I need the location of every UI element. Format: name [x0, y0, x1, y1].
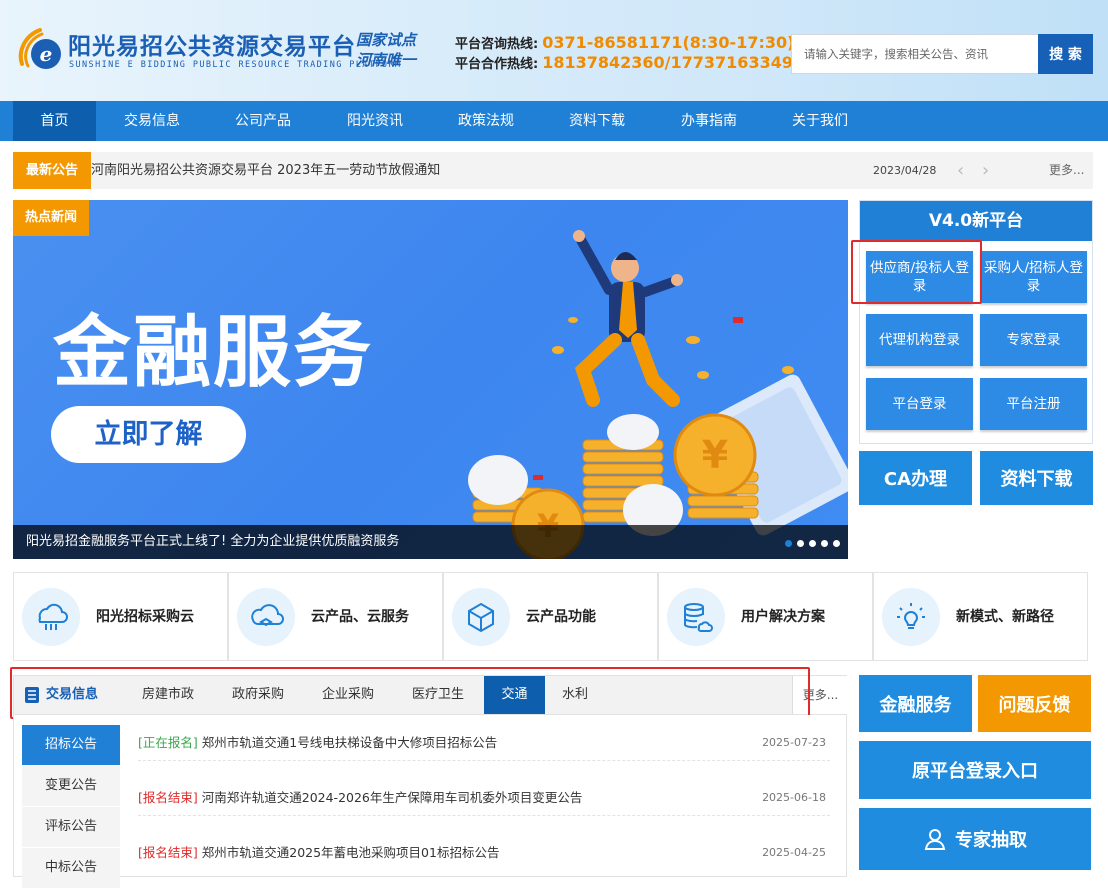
carousel-dot[interactable] — [833, 540, 840, 547]
list-item[interactable]: [报名结束] 河南郑许轨道交通2024-2026年生产保障用车司机委外项目变更公… — [138, 780, 830, 816]
carousel-dot[interactable] — [821, 540, 828, 547]
purchaser-login-button[interactable]: 采购人/招标人登录 — [980, 251, 1087, 303]
list-item-title[interactable]: 河南郑许轨道交通2024-2026年生产保障用车司机委外项目变更公告 — [202, 790, 583, 805]
tagline-line-1: 国家试点 — [356, 31, 417, 49]
tagline-line-2: 河南唯一 — [356, 51, 417, 69]
expert-login-button[interactable]: 专家登录 — [980, 314, 1087, 366]
site-tagline: 国家试点 河南唯一 — [356, 30, 416, 70]
chevron-right-icon[interactable]: › — [982, 152, 989, 189]
service-label: 新模式、新路径 — [956, 609, 1054, 625]
platform-register-button[interactable]: 平台注册 — [980, 378, 1087, 430]
finance-illustration: ¥ ¥ — [468, 230, 848, 559]
status-badge: [报名结束] — [138, 790, 198, 805]
hero-banner[interactable]: 热点新闻 金融服务 立即了解 ¥ ¥ — [13, 200, 848, 559]
banner-tag: 热点新闻 — [13, 200, 89, 236]
user-icon — [924, 829, 946, 850]
feedback-button[interactable]: 问题反馈 — [978, 675, 1091, 732]
logo-icon[interactable]: e — [14, 24, 64, 74]
nav-item-about[interactable]: 关于我们 — [772, 101, 868, 141]
list-item-date: 2025-07-23 — [762, 736, 826, 749]
list-item[interactable]: [正在报名] 郑州市轨道交通1号线电扶梯设备中大修项目招标公告 2025-07-… — [138, 725, 830, 761]
carousel-dot[interactable] — [785, 540, 792, 547]
notice-more-link[interactable]: 更多... — [1049, 152, 1084, 189]
site-header: e 阳光易招公共资源交易平台 SUNSHINE E BIDDING PUBLIC… — [0, 0, 1108, 101]
consult-hotline-number: 0371-86581171(8:30-17:30) — [542, 33, 795, 52]
old-platform-login-button[interactable]: 原平台登录入口 — [859, 741, 1091, 799]
finance-service-button[interactable]: 金融服务 — [859, 675, 972, 732]
expert-draw-button[interactable]: 专家抽取 — [859, 808, 1091, 870]
v4-login-panel: V4.0新平台 供应商/投标人登录 采购人/招标人登录 代理机构登录 专家登录 … — [859, 200, 1093, 444]
status-badge: [正在报名] — [138, 735, 198, 750]
status-badge: [报名结束] — [138, 845, 198, 860]
highlight-box — [851, 240, 982, 304]
v4-panel-title: V4.0新平台 — [860, 201, 1092, 241]
list-item-title[interactable]: 郑州市轨道交通1号线电扶梯设备中大修项目招标公告 — [202, 735, 497, 750]
database-cloud-icon — [667, 588, 725, 646]
list-item[interactable]: [报名结束] 郑州市轨道交通2025年蓄电池采购项目01标招标公告 2025-0… — [138, 835, 830, 871]
services-row: 阳光招标采购云 云产品、云服务 云产品功能 用户解决方案 新模式、新路径 — [13, 572, 1088, 661]
service-label: 云产品、云服务 — [311, 609, 409, 625]
nav-item-news[interactable]: 阳光资讯 — [327, 101, 423, 141]
agency-login-button[interactable]: 代理机构登录 — [866, 314, 973, 366]
banner-learn-more-button[interactable]: 立即了解 — [51, 406, 246, 463]
svg-text:¥: ¥ — [702, 433, 728, 477]
site-subtitle: SUNSHINE E BIDDING PUBLIC RESOURCE TRADI… — [69, 60, 402, 70]
service-item[interactable]: 用户解决方案 — [658, 572, 873, 661]
coop-hotline-label: 平台合作热线: — [455, 57, 539, 72]
search-button[interactable]: 搜 索 — [1038, 34, 1093, 74]
latest-notice-bar: 最新公告 河南阳光易招公共资源交易平台 2023年五一劳动节放假通知 2023/… — [13, 152, 1093, 189]
ca-button[interactable]: CA办理 — [859, 451, 972, 505]
nav-item-guide[interactable]: 办事指南 — [661, 101, 757, 141]
carousel-dot[interactable] — [797, 540, 804, 547]
notice-tag: 最新公告 — [13, 152, 91, 189]
highlight-box — [10, 667, 810, 719]
trade-list-panel: 招标公告 变更公告 评标公告 中标公告 [正在报名] 郑州市轨道交通1号线电扶梯… — [13, 715, 847, 888]
platform-login-button[interactable]: 平台登录 — [866, 378, 973, 430]
main-nav: 首页 交易信息 公司产品 阳光资讯 政策法规 资料下载 办事指南 关于我们 — [0, 101, 1108, 141]
banner-title: 金融服务 — [53, 308, 374, 398]
consult-hotline: 平台咨询热线: 0371-86581171(8:30-17:30) — [455, 33, 794, 52]
cloud-network-icon — [22, 588, 80, 646]
service-label: 用户解决方案 — [741, 609, 825, 625]
service-item[interactable]: 云产品、云服务 — [228, 572, 443, 661]
nav-item-products[interactable]: 公司产品 — [215, 101, 311, 141]
chevron-left-icon[interactable]: ‹ — [957, 152, 964, 189]
svg-text:e: e — [40, 42, 53, 66]
list-item-date: 2025-04-25 — [762, 846, 826, 859]
lightbulb-icon — [882, 588, 940, 646]
notice-link[interactable]: 河南阳光易招公共资源交易平台 2023年五一劳动节放假通知 — [91, 152, 440, 189]
notice-date: 2023/04/28 — [873, 164, 937, 177]
expert-draw-label: 专家抽取 — [955, 830, 1027, 851]
side-tab-change-notice[interactable]: 变更公告 — [22, 766, 120, 806]
carousel-dots — [785, 540, 840, 547]
service-item[interactable]: 新模式、新路径 — [873, 572, 1088, 661]
nav-item-policy[interactable]: 政策法规 — [438, 101, 534, 141]
nav-item-trade-info[interactable]: 交易信息 — [104, 101, 200, 141]
cloud-layers-icon — [237, 588, 295, 646]
banner-caption[interactable]: 阳光易招金融服务平台正式上线了! 全力为企业提供优质融资服务 — [13, 525, 848, 559]
nav-item-home[interactable]: 首页 — [13, 101, 96, 141]
service-label: 云产品功能 — [526, 609, 596, 625]
service-item[interactable]: 云产品功能 — [443, 572, 658, 661]
side-tab-evaluation-notice[interactable]: 评标公告 — [22, 807, 120, 847]
nav-item-downloads[interactable]: 资料下载 — [549, 101, 645, 141]
list-item-title[interactable]: 郑州市轨道交通2025年蓄电池采购项目01标招标公告 — [202, 845, 500, 860]
side-tab-bid-notice[interactable]: 招标公告 — [22, 725, 120, 765]
coop-hotline: 平台合作热线: 18137842360/17737163349 — [455, 53, 793, 72]
service-item[interactable]: 阳光招标采购云 — [13, 572, 228, 661]
consult-hotline-label: 平台咨询热线: — [455, 37, 539, 52]
download-button[interactable]: 资料下载 — [980, 451, 1093, 505]
site-title[interactable]: 阳光易招公共资源交易平台 — [68, 27, 356, 61]
list-item-date: 2025-06-18 — [762, 791, 826, 804]
side-tab-award-notice[interactable]: 中标公告 — [22, 848, 120, 888]
search-input[interactable] — [791, 34, 1039, 74]
carousel-dot[interactable] — [809, 540, 816, 547]
coop-hotline-number: 18137842360/17737163349 — [542, 53, 793, 72]
service-label: 阳光招标采购云 — [96, 609, 194, 625]
cube-icon — [452, 588, 510, 646]
